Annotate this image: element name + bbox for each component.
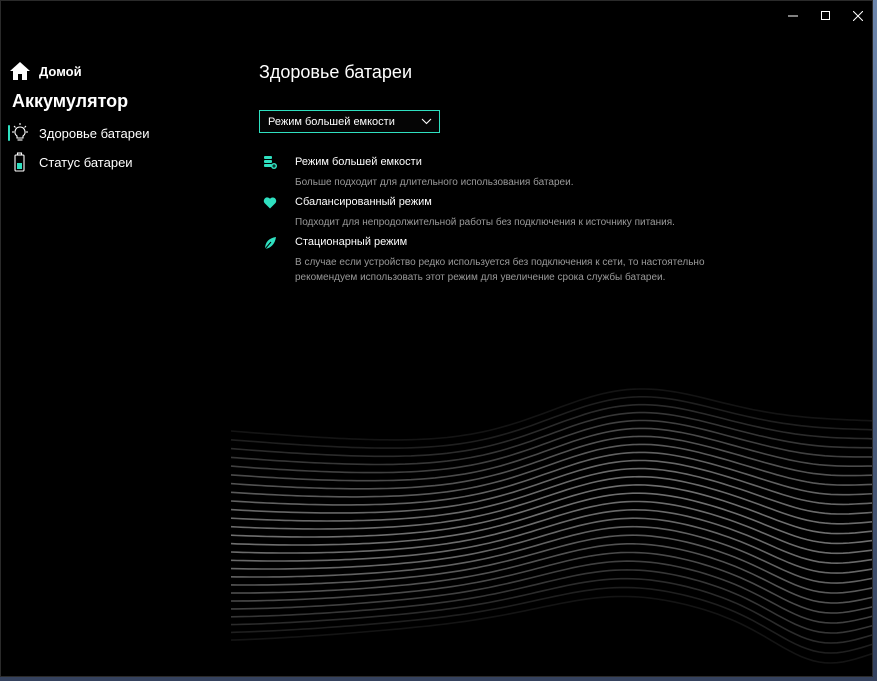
nav-home-label: Домой: [39, 63, 82, 79]
mode-description: Больше подходит для длительного использо…: [295, 177, 574, 188]
nav-home[interactable]: Домой: [9, 59, 82, 83]
app-window: Домой Аккумулятор Здоровье батареи Стату…: [0, 0, 873, 677]
close-button[interactable]: [839, 1, 872, 31]
nav-section-title: Аккумулятор: [12, 91, 129, 111]
close-icon: [853, 11, 863, 21]
wave-line: [230, 595, 872, 664]
page-title: Здоровье батареи: [259, 62, 412, 82]
minimize-icon: [788, 15, 798, 17]
mode-dropdown[interactable]: Режим большей емкости: [259, 110, 440, 133]
wave-line: [230, 525, 872, 584]
mode-title: Сбалансированный режим: [295, 196, 432, 208]
desktop-edge: [873, 0, 877, 681]
mode-title: Стационарный режим: [295, 236, 408, 248]
chevron-down-icon: [421, 118, 432, 125]
sidebar-item-battery-status[interactable]: Статус батареи: [9, 150, 133, 174]
mode-description: В случае если устройство редко используе…: [295, 257, 705, 283]
heart-icon: [263, 197, 277, 209]
sidebar-item-label: Статус батареи: [39, 154, 133, 170]
title-bar: [1, 1, 872, 31]
wave-background: [230, 388, 872, 664]
desktop-edge: [0, 677, 877, 681]
sidebar-item-battery-health[interactable]: Здоровье батареи: [8, 121, 150, 145]
dropdown-selected-value: Режим большей емкости: [268, 115, 395, 128]
maximize-icon: [821, 11, 830, 20]
mode-description: Подходит для непродолжительной работы бе…: [295, 217, 675, 228]
battery-stack-icon: [264, 156, 277, 169]
battery-icon: [14, 152, 25, 172]
home-icon: [10, 62, 30, 80]
wave-line: [231, 560, 872, 624]
lightbulb-icon: [12, 123, 28, 141]
wave-line: [230, 388, 872, 441]
leaf-icon: [264, 237, 276, 250]
mode-title: Режим большей емкости: [295, 156, 422, 168]
sidebar-item-label: Здоровье батареи: [39, 125, 150, 141]
